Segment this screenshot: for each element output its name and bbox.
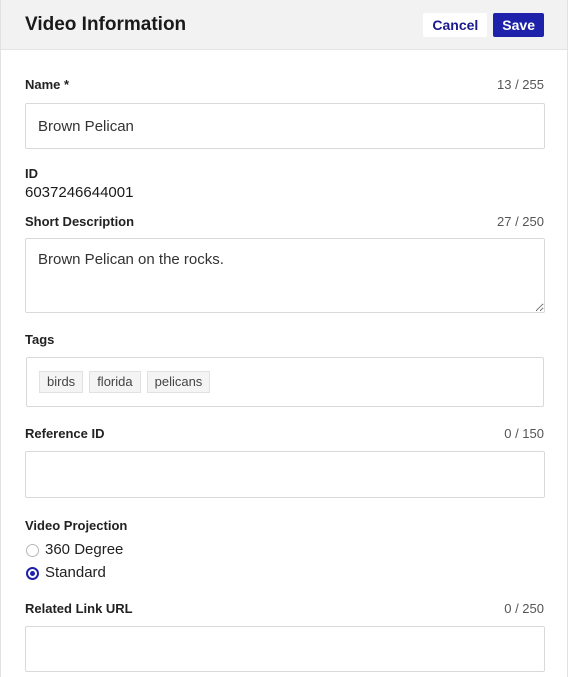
id-label: ID <box>25 166 38 181</box>
radio-option-standard[interactable]: Standard <box>25 561 544 584</box>
related-link-url-counter: 0 / 250 <box>504 601 544 616</box>
name-counter: 13 / 255 <box>497 77 544 92</box>
name-label: Name * <box>25 77 70 92</box>
tag-chip[interactable]: florida <box>89 371 141 393</box>
id-value: 6037246644001 <box>25 184 134 201</box>
radio-checked-icon[interactable] <box>26 567 39 580</box>
video-projection-radio-group: 360 Degree Standard <box>25 538 544 584</box>
reference-id-counter: 0 / 150 <box>504 426 544 441</box>
name-field-header: Name * 13 / 255 <box>25 77 544 92</box>
tag-chip[interactable]: birds <box>39 371 84 393</box>
radio-label-360-degree: 360 Degree <box>45 541 124 558</box>
name-input[interactable] <box>25 103 545 149</box>
radio-unchecked-icon[interactable] <box>26 544 39 557</box>
related-link-url-field-header: Related Link URL 0 / 250 <box>25 601 544 616</box>
related-link-url-input[interactable] <box>25 626 545 672</box>
short-description-counter: 27 / 250 <box>497 214 544 229</box>
short-description-label: Short Description <box>25 214 135 229</box>
reference-id-field-header: Reference ID 0 / 150 <box>25 426 544 441</box>
form-body: Name * 13 / 255 ID 6037246644001 Short D… <box>1 77 567 672</box>
panel-header: Video Information Cancel Save <box>1 0 567 50</box>
video-projection-label: Video Projection <box>25 518 128 533</box>
panel-title: Video Information <box>25 13 187 35</box>
header-actions: Cancel Save <box>423 12 544 37</box>
short-description-field-header: Short Description 27 / 250 <box>25 214 544 229</box>
cancel-button[interactable]: Cancel <box>423 12 488 37</box>
video-information-panel: Video Information Cancel Save Name * 13 … <box>0 0 568 677</box>
reference-id-input[interactable] <box>25 451 545 498</box>
short-description-textarea[interactable]: Brown Pelican on the rocks. <box>25 238 545 313</box>
tags-label: Tags <box>25 332 55 347</box>
related-link-url-label: Related Link URL <box>25 601 133 616</box>
radio-option-360-degree[interactable]: 360 Degree <box>25 538 544 561</box>
tag-chip[interactable]: pelicans <box>146 371 211 393</box>
save-button[interactable]: Save <box>493 12 544 37</box>
tags-input[interactable]: birds florida pelicans <box>26 357 544 407</box>
radio-label-standard: Standard <box>45 564 106 581</box>
reference-id-label: Reference ID <box>25 426 105 441</box>
